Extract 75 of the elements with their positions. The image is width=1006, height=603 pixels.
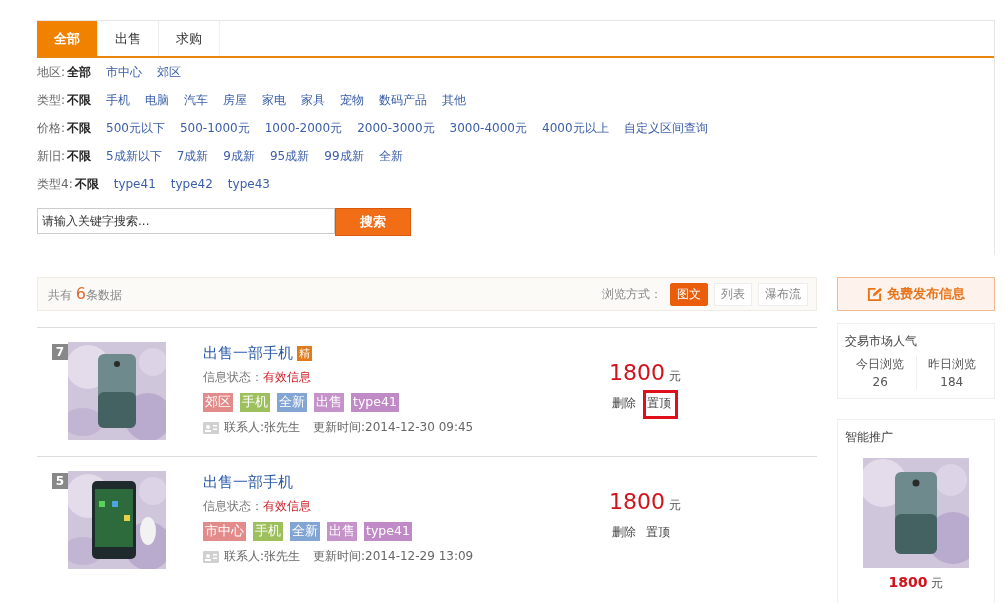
rank-badge: 5 xyxy=(52,473,68,489)
filter-option[interactable]: 数码产品 xyxy=(379,91,428,109)
status-label: 信息状态： xyxy=(203,370,263,384)
filter-option[interactable]: 1000-2000元 xyxy=(264,119,343,137)
view-mode-button[interactable]: 瀑布流 xyxy=(758,282,808,306)
filter-option[interactable]: 不限 xyxy=(74,175,99,193)
filter-option[interactable]: 不限 xyxy=(67,147,92,165)
featured-badge: 精 xyxy=(297,345,312,361)
stat-label: 昨日浏览 xyxy=(927,356,976,373)
price: 1800 xyxy=(609,489,665,514)
filter-option[interactable]: 家具 xyxy=(301,91,326,109)
filter-option[interactable]: 宠物 xyxy=(340,91,365,109)
filter-option[interactable]: 5成新以下 xyxy=(106,147,162,165)
filter-label: 类型: xyxy=(37,91,66,109)
rank-badge: 7 xyxy=(52,344,68,360)
filter-option[interactable]: 3000-4000元 xyxy=(449,119,527,137)
listing-title[interactable]: 出售一部手机 xyxy=(203,472,293,492)
filter-option[interactable]: 不限 xyxy=(67,91,92,109)
filter-label: 价格: xyxy=(37,119,66,137)
filter-option[interactable]: 手机 xyxy=(106,91,131,109)
filter-option[interactable]: 500-1000元 xyxy=(179,119,250,137)
view-mode-label: 浏览方式： xyxy=(602,285,662,303)
view-mode-button[interactable]: 列表 xyxy=(714,282,752,306)
filter-option[interactable]: 全部 xyxy=(67,63,92,81)
currency-unit: 元 xyxy=(931,575,944,592)
filter-option[interactable]: 2000-3000元 xyxy=(357,119,435,137)
filter-label: 类型4: xyxy=(37,175,73,193)
filter-label: 地区: xyxy=(37,63,66,81)
filter-option[interactable]: 电脑 xyxy=(145,91,170,109)
contact-name: 联系人:张先生 xyxy=(224,548,301,565)
action-link[interactable]: 置顶 xyxy=(643,519,673,546)
filter-label: 新旧: xyxy=(37,147,66,165)
filter-option[interactable]: 家电 xyxy=(262,91,287,109)
price: 1800 xyxy=(609,360,665,385)
filter-option[interactable]: type42 xyxy=(170,177,213,191)
price: 1800 xyxy=(888,574,928,590)
status-value: 有效信息 xyxy=(263,499,311,513)
listing-title[interactable]: 出售一部手机 xyxy=(203,343,293,363)
filter-option[interactable]: 500元以下 xyxy=(106,119,165,137)
edit-icon xyxy=(867,286,882,302)
contact-name: 联系人:张先生 xyxy=(224,419,301,436)
action-link[interactable]: 置顶 xyxy=(643,390,678,419)
filter-option[interactable]: 9成新 xyxy=(223,147,255,165)
contact-card-icon xyxy=(203,550,219,563)
filter-option[interactable]: 不限 xyxy=(67,119,92,137)
filter-option[interactable]: 自定义区间查询 xyxy=(623,119,708,137)
action-link[interactable]: 删除 xyxy=(609,390,639,419)
filter-option[interactable]: 汽车 xyxy=(184,91,209,109)
currency-unit: 元 xyxy=(669,497,681,514)
card-title: 智能推广 xyxy=(845,429,893,446)
stat-label: 今日浏览 xyxy=(856,356,905,373)
filter-option[interactable]: 市中心 xyxy=(106,63,143,81)
filter-option[interactable]: 99成新 xyxy=(324,147,364,165)
update-time: 更新时间:2014-12-30 09:45 xyxy=(313,419,474,436)
filter-option[interactable]: 房屋 xyxy=(223,91,248,109)
stat-value: 184 xyxy=(940,375,964,389)
action-link[interactable]: 删除 xyxy=(609,519,639,546)
filter-option[interactable]: 郊区 xyxy=(157,63,182,81)
filter-option[interactable]: type41 xyxy=(113,177,156,191)
currency-unit: 元 xyxy=(669,368,681,385)
stat-value: 26 xyxy=(872,375,888,389)
view-mode-button[interactable]: 图文 xyxy=(670,282,708,306)
filter-option[interactable]: 95成新 xyxy=(269,147,310,165)
filter-option[interactable]: 全新 xyxy=(378,147,403,165)
filter-option[interactable]: 4000元以上 xyxy=(542,119,609,137)
search-field[interactable]: 请输入关键字搜索... xyxy=(37,208,335,234)
filter-option[interactable]: 7成新 xyxy=(176,147,209,165)
filter-option[interactable]: type43 xyxy=(227,177,270,191)
card-title: 交易市场人气 xyxy=(845,333,918,350)
filter-option[interactable]: 其他 xyxy=(442,91,467,109)
status-value: 有效信息 xyxy=(263,370,311,384)
contact-card-icon xyxy=(203,421,219,434)
result-count: 共有 6条数据 xyxy=(48,284,122,304)
status-label: 信息状态： xyxy=(203,499,263,513)
update-time: 更新时间:2014-12-29 13:09 xyxy=(313,548,474,565)
